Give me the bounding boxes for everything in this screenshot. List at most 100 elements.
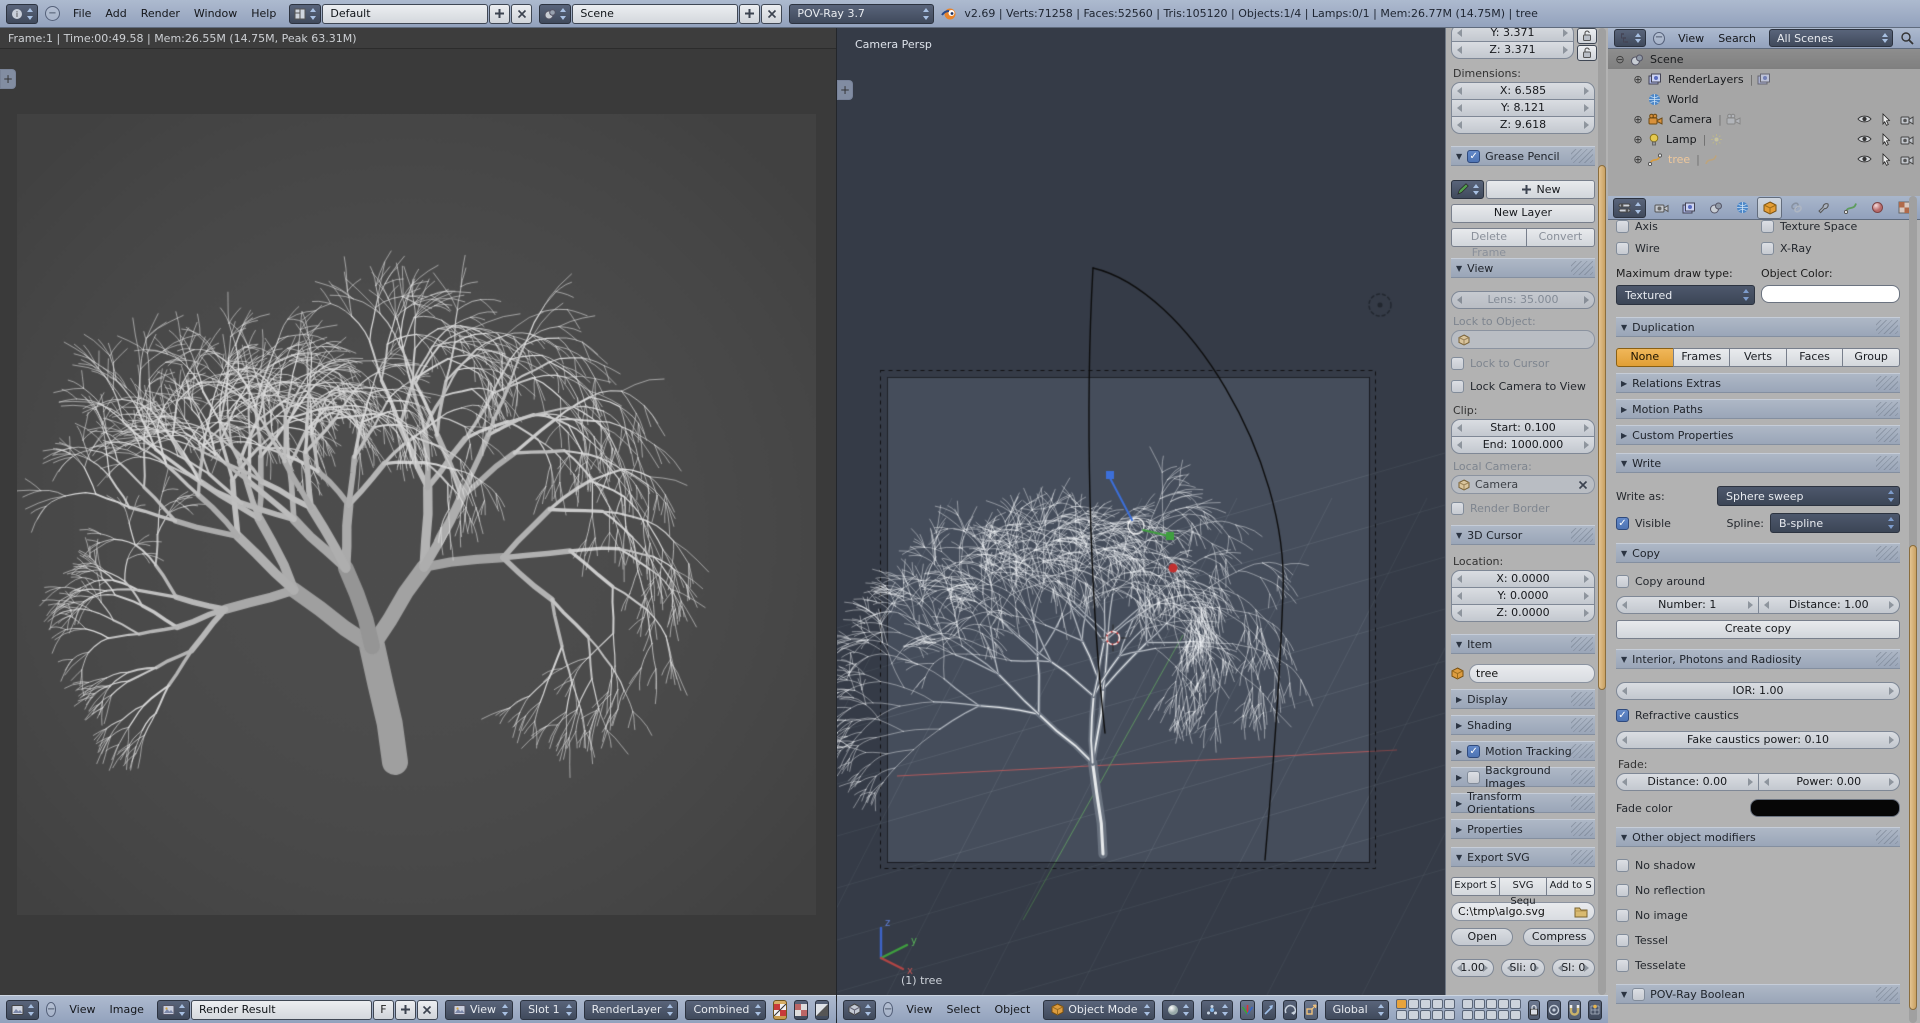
- collapse-menus-button[interactable]: −: [883, 1002, 893, 1017]
- collapse-menus-button[interactable]: −: [1653, 32, 1665, 45]
- expand-icon[interactable]: ⊕: [1632, 113, 1644, 126]
- snap-toggle[interactable]: [1568, 1000, 1581, 1020]
- tab-object-data-icon[interactable]: [1838, 197, 1863, 219]
- layer-cell[interactable]: [1510, 1010, 1521, 1020]
- selectability-toggle[interactable]: [1881, 113, 1891, 126]
- fake-user-button[interactable]: F: [373, 1000, 394, 1020]
- snap-element-dropdown[interactable]: [1588, 1000, 1602, 1020]
- tab-render-layers-icon[interactable]: [1676, 197, 1701, 219]
- viewport-menu-object[interactable]: Object: [988, 1003, 1036, 1016]
- sl-field[interactable]: Sl: 0: [1552, 959, 1595, 977]
- layer-cell[interactable]: [1498, 1010, 1509, 1020]
- no-reflection-checkbox[interactable]: [1616, 884, 1629, 897]
- tab-material-icon[interactable]: [1865, 197, 1890, 219]
- add-layout-button[interactable]: [489, 4, 510, 24]
- layer-cell[interactable]: [1486, 1010, 1497, 1020]
- outliner-row-scene[interactable]: ⊖Scene: [1608, 49, 1920, 69]
- viewport-menu-select[interactable]: Select: [941, 1003, 987, 1016]
- layer-cell[interactable]: [1396, 1010, 1407, 1020]
- editor-type-dropdown[interactable]: i: [6, 4, 38, 24]
- visibility-toggle[interactable]: [1857, 114, 1872, 124]
- grease-pencil-data-dropdown[interactable]: [1451, 180, 1484, 199]
- outliner-item-label[interactable]: Lamp: [1664, 133, 1699, 146]
- increment-arrow[interactable]: [1483, 964, 1488, 972]
- panel-header-motion-tracking[interactable]: ▶✓Motion Tracking: [1451, 741, 1595, 761]
- tab-render-icon[interactable]: [1649, 197, 1674, 219]
- render-slot-dropdown[interactable]: Slot 1: [520, 1000, 577, 1020]
- add-scene-button[interactable]: [739, 4, 760, 24]
- rotate-manipulator-button[interactable]: [1283, 1000, 1297, 1020]
- visibility-toggle[interactable]: [1857, 134, 1872, 144]
- outliner-item-label[interactable]: RenderLayers: [1666, 73, 1746, 86]
- render-border-checkbox[interactable]: [1451, 502, 1464, 515]
- main-menu-render[interactable]: Render: [135, 7, 186, 20]
- npanel-scrollbar[interactable]: [1598, 165, 1606, 690]
- tab-constraints-icon[interactable]: [1784, 197, 1809, 219]
- draw-alpha-toggle[interactable]: [773, 1000, 787, 1020]
- grease-opacity-field[interactable]: 1.00: [1451, 959, 1494, 977]
- layer-cell[interactable]: [1420, 999, 1431, 1009]
- outliner-menu-view[interactable]: View: [1672, 32, 1710, 45]
- fake-caustics-field[interactable]: Fake caustics power: 0.10: [1616, 731, 1900, 749]
- fade-power-field[interactable]: Power: 0.00: [1758, 773, 1901, 791]
- outliner-row-renderlayers[interactable]: ⊕RenderLayers|: [1608, 69, 1920, 89]
- render-pass-dropdown[interactable]: Combined: [685, 1000, 766, 1020]
- no-shadow-checkbox[interactable]: [1616, 859, 1629, 872]
- compress-button[interactable]: Compress: [1523, 928, 1595, 946]
- tab-object-icon[interactable]: [1757, 197, 1782, 219]
- mode-dropdown[interactable]: Object Mode: [1043, 1000, 1154, 1020]
- axis-checkbox[interactable]: [1616, 220, 1629, 233]
- outliner-item-label[interactable]: Scene: [1648, 53, 1686, 66]
- decrement-arrow[interactable]: [1558, 964, 1563, 972]
- layout-browse-button[interactable]: [289, 4, 321, 24]
- copy-distance-field[interactable]: Distance: 1.00: [1758, 596, 1901, 614]
- draw-type-dropdown[interactable]: Textured: [1616, 285, 1755, 305]
- tab-world-icon[interactable]: [1730, 197, 1755, 219]
- tessel-checkbox[interactable]: [1616, 934, 1629, 947]
- grease-pencil-new-button[interactable]: New: [1486, 180, 1595, 199]
- expand-icon[interactable]: ⊕: [1632, 73, 1644, 86]
- povray-boolean-checkbox[interactable]: [1632, 988, 1645, 1001]
- dimension-z-field[interactable]: Z: 9.618: [1451, 116, 1595, 134]
- viewport-shading-dropdown[interactable]: [1162, 1000, 1194, 1020]
- render-result-image[interactable]: [17, 114, 816, 915]
- layer-cell[interactable]: [1444, 999, 1455, 1009]
- lens-field[interactable]: Lens: 35.000: [1451, 291, 1595, 309]
- cursor-x-field[interactable]: X: 0.0000: [1451, 570, 1595, 588]
- slider-field[interactable]: Sli: 0: [1501, 959, 1544, 977]
- cursor-z-field[interactable]: Z: 0.0000: [1451, 604, 1595, 622]
- object-name-field[interactable]: tree: [1469, 664, 1595, 683]
- image-menu-image[interactable]: Image: [104, 1003, 150, 1016]
- main-menu-file[interactable]: File: [67, 7, 97, 20]
- scale-manipulator-button[interactable]: [1304, 1000, 1318, 1020]
- convert-button[interactable]: Convert: [1526, 228, 1595, 247]
- dimension-y-field[interactable]: Y: 8.121: [1451, 99, 1595, 117]
- panel-header-grease-pencil[interactable]: ▼ ✓ Grease Pencil: [1451, 146, 1595, 166]
- layer-cell[interactable]: [1444, 1010, 1455, 1020]
- grease-pencil-checkbox[interactable]: ✓: [1467, 150, 1480, 163]
- alpha-only-toggle[interactable]: [794, 1000, 808, 1020]
- search-icon[interactable]: [1900, 31, 1914, 45]
- new-layer-button[interactable]: New Layer: [1451, 204, 1595, 223]
- write-as-dropdown[interactable]: Sphere sweep: [1717, 486, 1900, 506]
- manipulator-toggle[interactable]: [1240, 1000, 1255, 1020]
- layer-cell[interactable]: [1432, 1010, 1443, 1020]
- duplication-option-verts[interactable]: Verts: [1729, 348, 1787, 367]
- ior-field[interactable]: IOR: 1.00: [1616, 682, 1900, 700]
- outliner-row-world[interactable]: World: [1608, 89, 1920, 109]
- outliner-row-tree[interactable]: ⊕tree|: [1608, 149, 1920, 169]
- refractive-caustics-checkbox[interactable]: ✓: [1616, 709, 1629, 722]
- panel-header-item[interactable]: ▼ Item: [1451, 634, 1595, 654]
- properties-scrollbar[interactable]: [1909, 545, 1917, 1010]
- main-menu-window[interactable]: Window: [188, 7, 243, 20]
- image-view-dropdown[interactable]: View: [445, 1000, 513, 1020]
- outliner-row-lamp[interactable]: ⊕Lamp|: [1608, 129, 1920, 149]
- expand-icon[interactable]: ⊕: [1632, 133, 1644, 146]
- panel-header-duplication[interactable]: ▼ Duplication: [1616, 317, 1900, 337]
- delete-frame-button[interactable]: Delete Frame: [1451, 228, 1527, 247]
- viewport-toolshelf-toggle[interactable]: +: [837, 80, 853, 100]
- local-camera-field[interactable]: Camera: [1451, 475, 1595, 494]
- panel-header-export-svg[interactable]: ▼ Export SVG: [1451, 847, 1595, 867]
- layer-cell[interactable]: [1474, 1010, 1485, 1020]
- lock-to-scene-toggle[interactable]: [1528, 1000, 1540, 1020]
